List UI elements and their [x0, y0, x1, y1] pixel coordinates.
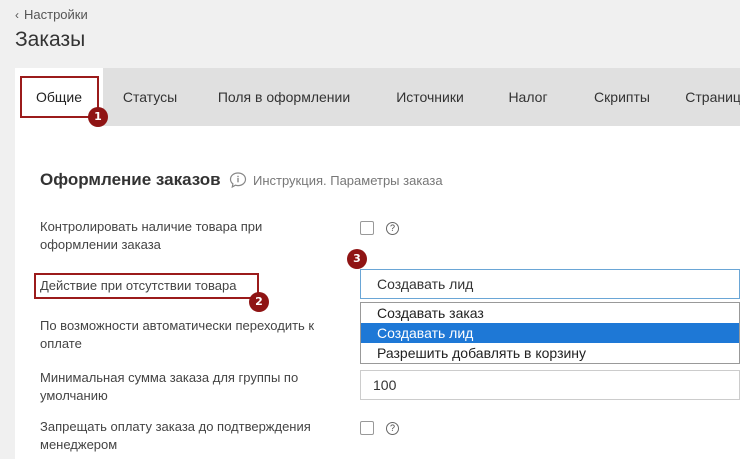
question-icon[interactable]: ?	[386, 222, 399, 235]
speech-bubble-icon	[229, 172, 247, 189]
dropdown-option[interactable]: Разрешить добавлять в корзину	[361, 343, 739, 363]
dropdown-option[interactable]: Создавать заказ	[361, 303, 739, 323]
out-of-stock-action-select[interactable]: Создавать лид	[360, 269, 740, 299]
question-icon[interactable]: ?	[386, 422, 399, 435]
back-link[interactable]: ‹ Настройки	[15, 7, 88, 22]
out-of-stock-action-dropdown: Создавать заказ Создавать лид Разрешить …	[360, 302, 740, 364]
tab-sources[interactable]: Источники	[371, 68, 489, 126]
tab-tax[interactable]: Налог	[489, 68, 567, 126]
tab-scripts[interactable]: Скрипты	[567, 68, 677, 126]
min-sum-group-label: Минимальная сумма заказа для группы по у…	[40, 370, 299, 403]
tab-page[interactable]: Страница	[677, 68, 740, 126]
min-sum-input[interactable]: 100	[360, 370, 740, 400]
stock-control-label: Контролировать наличие товара при оформл…	[40, 219, 263, 252]
highlight-box-out-of-stock-label	[34, 273, 259, 299]
tab-bar: Общие Статусы Поля в оформлении Источник…	[15, 68, 740, 126]
annotation-marker-2: 2	[249, 292, 269, 312]
page-title: Заказы	[15, 28, 86, 51]
tab-statuses[interactable]: Статусы	[103, 68, 197, 126]
chevron-left-icon: ‹	[15, 7, 19, 22]
help-link-label: Инструкция. Параметры заказа	[253, 172, 443, 188]
annotation-marker-3: 3	[347, 249, 367, 269]
stock-control-checkbox[interactable]	[360, 221, 374, 235]
back-link-label: Настройки	[24, 7, 88, 22]
highlight-box-tab-general	[20, 76, 99, 118]
section-title: Оформление заказов	[40, 170, 221, 189]
block-payment-checkbox[interactable]	[360, 421, 374, 435]
block-payment-label: Запрещать оплату заказа до подтверждения…	[40, 419, 311, 452]
tab-checkout-fields[interactable]: Поля в оформлении	[197, 68, 371, 126]
dropdown-option-selected[interactable]: Создавать лид	[361, 323, 739, 343]
auto-payment-label: По возможности автоматически переходить …	[40, 318, 315, 351]
annotation-marker-1: 1	[88, 107, 108, 127]
help-link[interactable]: Инструкция. Параметры заказа	[229, 171, 443, 189]
